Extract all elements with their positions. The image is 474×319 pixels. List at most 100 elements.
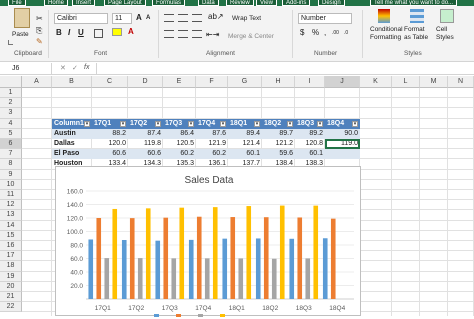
table-cell[interactable]: 121.4 bbox=[228, 139, 262, 149]
table-cell[interactable]: 120.8 bbox=[295, 139, 325, 149]
table-cell[interactable]: Dallas bbox=[52, 139, 92, 149]
table-cell[interactable]: 120.0 bbox=[92, 139, 128, 149]
underline-icon[interactable]: U bbox=[78, 28, 84, 37]
row-header-8[interactable]: 8 bbox=[0, 159, 22, 170]
indent-icon[interactable]: ⇤⇥ bbox=[206, 30, 219, 39]
filter-dropdown-icon[interactable]: ▾ bbox=[317, 120, 323, 127]
table-cell[interactable]: 60.6 bbox=[128, 149, 163, 160]
paste-button[interactable]: Paste bbox=[12, 31, 29, 39]
table-cell[interactable]: 121.9 bbox=[196, 139, 228, 149]
percent-icon[interactable]: % bbox=[312, 28, 319, 37]
column-header-d[interactable]: D bbox=[128, 76, 163, 88]
decrease-decimal-icon[interactable]: .0 bbox=[344, 30, 348, 36]
column-header-a[interactable]: A bbox=[22, 76, 52, 88]
number-format-select[interactable]: Number bbox=[298, 13, 352, 24]
row-header-12[interactable]: 12 bbox=[0, 200, 22, 211]
row-header-17[interactable]: 17 bbox=[0, 251, 22, 262]
row-header-11[interactable]: 11 bbox=[0, 190, 22, 201]
column-header-h[interactable]: H bbox=[262, 76, 295, 88]
table-cell[interactable]: 86.4 bbox=[163, 128, 196, 139]
row-header-18[interactable]: 18 bbox=[0, 261, 22, 272]
column-header-e[interactable]: E bbox=[163, 76, 196, 88]
align-left-icon[interactable] bbox=[164, 30, 174, 38]
font-color-icon[interactable]: A bbox=[128, 27, 134, 36]
table-cell[interactable]: 121.2 bbox=[262, 139, 295, 149]
copy-icon[interactable]: ⎘ bbox=[36, 26, 42, 36]
decrease-font-icon[interactable]: A bbox=[146, 15, 150, 21]
table-cell[interactable]: 89.4 bbox=[228, 128, 262, 139]
row-header-4[interactable]: 4 bbox=[0, 118, 22, 129]
paste-icon[interactable] bbox=[14, 8, 30, 28]
filter-dropdown-icon[interactable]: ▾ bbox=[120, 120, 126, 127]
cell-styles-icon[interactable] bbox=[440, 9, 454, 23]
row-header-16[interactable]: 16 bbox=[0, 241, 22, 252]
column-header-j[interactable]: J bbox=[325, 76, 360, 88]
format-as-table-button[interactable]: Format as Table bbox=[404, 26, 432, 42]
row-header-13[interactable]: 13 bbox=[0, 210, 22, 221]
conditional-formatting-button[interactable]: Conditional Formatting bbox=[370, 26, 406, 42]
font-name-select[interactable]: Calibri bbox=[54, 13, 108, 24]
confirm-icon[interactable]: ✓ bbox=[72, 64, 78, 72]
sales-chart[interactable]: Sales Data 160.0 140.0 120.0 100.0 80.0 60.0 4… bbox=[55, 166, 361, 317]
column-header-l[interactable]: L bbox=[392, 76, 420, 88]
increase-font-icon[interactable]: A bbox=[136, 13, 142, 22]
column-header-f[interactable]: F bbox=[196, 76, 228, 88]
row-header-21[interactable]: 21 bbox=[0, 292, 22, 303]
row-header-2[interactable]: 2 bbox=[0, 98, 22, 109]
align-right-icon[interactable] bbox=[192, 30, 202, 38]
conditional-formatting-icon[interactable] bbox=[378, 9, 390, 23]
format-painter-icon[interactable]: ✎ bbox=[36, 37, 43, 46]
row-header-5[interactable]: 5 bbox=[0, 128, 22, 139]
name-box[interactable]: J6 bbox=[0, 63, 52, 74]
filter-dropdown-icon[interactable]: ▾ bbox=[220, 120, 226, 127]
paste-dropdown-icon[interactable] bbox=[8, 40, 13, 45]
align-center-icon[interactable] bbox=[178, 30, 188, 38]
column-header-c[interactable]: C bbox=[92, 76, 128, 88]
row-header-10[interactable]: 10 bbox=[0, 179, 22, 190]
filter-dropdown-icon[interactable]: ▾ bbox=[287, 120, 293, 127]
filter-dropdown-icon[interactable]: ▾ bbox=[352, 120, 358, 127]
align-bottom-icon[interactable] bbox=[192, 14, 202, 22]
row-header-19[interactable]: 19 bbox=[0, 271, 22, 282]
column-header-b[interactable]: B bbox=[52, 76, 92, 88]
bold-icon[interactable]: B bbox=[56, 28, 62, 37]
cell-styles-button[interactable]: Cell Styles bbox=[436, 26, 460, 42]
table-cell[interactable]: 90.0 bbox=[325, 128, 360, 139]
select-all-corner[interactable] bbox=[0, 76, 22, 88]
column-header-n[interactable]: N bbox=[448, 76, 474, 88]
table-cell[interactable]: 60.1 bbox=[295, 149, 325, 160]
merge-center-button[interactable]: Merge & Center bbox=[228, 33, 274, 41]
filter-dropdown-icon[interactable]: ▾ bbox=[84, 120, 90, 127]
row-header-22[interactable]: 22 bbox=[0, 302, 22, 313]
column-header-k[interactable]: K bbox=[360, 76, 392, 88]
row-header-6[interactable]: 6 bbox=[0, 139, 22, 150]
orientation-icon[interactable]: ab↗ bbox=[208, 12, 224, 21]
row-header-1[interactable]: 1 bbox=[0, 88, 22, 99]
row-header-20[interactable]: 20 bbox=[0, 281, 22, 292]
row-header-7[interactable]: 7 bbox=[0, 149, 22, 160]
formula-input[interactable] bbox=[96, 63, 474, 74]
table-cell[interactable]: 87.6 bbox=[196, 128, 228, 139]
filter-dropdown-icon[interactable]: ▾ bbox=[188, 120, 194, 127]
table-cell[interactable]: 60.6 bbox=[92, 149, 128, 160]
cut-icon[interactable]: ✂ bbox=[36, 14, 43, 23]
table-cell[interactable]: 87.4 bbox=[128, 128, 163, 139]
wrap-text-button[interactable]: Wrap Text bbox=[232, 15, 261, 23]
currency-icon[interactable]: $ bbox=[300, 28, 304, 37]
table-cell[interactable]: 88.2 bbox=[92, 128, 128, 139]
table-cell[interactable]: 60.2 bbox=[196, 149, 228, 160]
table-cell[interactable]: 60.1 bbox=[228, 149, 262, 160]
active-cell-selection[interactable] bbox=[325, 139, 360, 150]
table-cell[interactable]: El Paso bbox=[52, 149, 92, 160]
insert-function-button[interactable]: fx bbox=[84, 64, 89, 71]
format-as-table-icon[interactable] bbox=[410, 9, 424, 23]
table-cell[interactable]: Austin bbox=[52, 128, 92, 139]
row-header-3[interactable]: 3 bbox=[0, 108, 22, 119]
table-cell[interactable]: 59.6 bbox=[262, 149, 295, 160]
row-header-15[interactable]: 15 bbox=[0, 230, 22, 241]
table-cell[interactable]: 119.8 bbox=[128, 139, 163, 149]
cancel-icon[interactable]: ✕ bbox=[60, 64, 66, 72]
table-cell[interactable]: 89.2 bbox=[295, 128, 325, 139]
table-cell[interactable]: 120.5 bbox=[163, 139, 196, 149]
fill-color-icon[interactable] bbox=[112, 28, 122, 36]
